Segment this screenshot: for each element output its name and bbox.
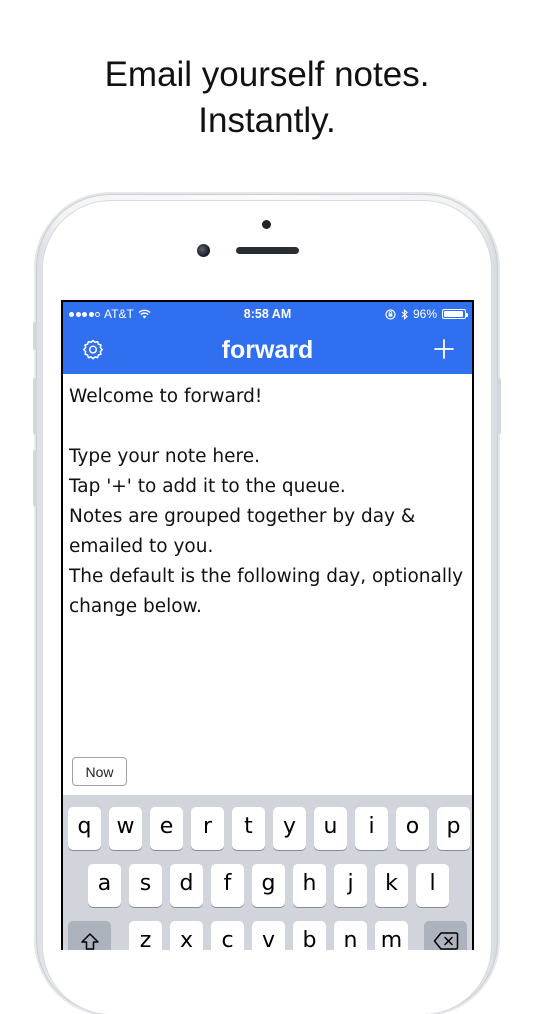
app-title: forward <box>221 336 314 364</box>
key-a[interactable]: a <box>88 864 121 907</box>
status-right: 96% <box>385 307 468 321</box>
key-i[interactable]: i <box>355 807 388 850</box>
proximity-sensor <box>262 220 271 229</box>
shift-key[interactable] <box>68 921 111 950</box>
keyboard: q w e r t y u i o p a s d f g h j k l z … <box>63 795 472 950</box>
headline: Email yourself notes. Instantly. <box>0 52 534 144</box>
key-v[interactable]: v <box>252 921 285 950</box>
headline-line-2: Instantly. <box>198 101 336 140</box>
orientation-lock-icon <box>385 308 396 320</box>
key-t[interactable]: t <box>232 807 265 850</box>
battery-icon <box>442 309 468 319</box>
delete-key[interactable] <box>424 921 467 950</box>
key-j[interactable]: j <box>334 864 367 907</box>
phone-screen: AT&T 8:58 AM 96% forward Welcome to forw… <box>61 300 474 950</box>
key-g[interactable]: g <box>252 864 285 907</box>
key-e[interactable]: e <box>150 807 183 850</box>
key-h[interactable]: h <box>293 864 326 907</box>
bluetooth-icon <box>401 308 408 320</box>
key-s[interactable]: s <box>129 864 162 907</box>
key-o[interactable]: o <box>396 807 429 850</box>
now-button[interactable]: Now <box>72 757 127 786</box>
key-x[interactable]: x <box>170 921 203 950</box>
key-c[interactable]: c <box>211 921 244 950</box>
key-w[interactable]: w <box>109 807 142 850</box>
key-z[interactable]: z <box>129 921 162 950</box>
key-f[interactable]: f <box>211 864 244 907</box>
key-r[interactable]: r <box>191 807 224 850</box>
key-p[interactable]: p <box>437 807 470 850</box>
power-button <box>497 378 501 434</box>
note-text-area[interactable]: Welcome to forward! Type your note here.… <box>69 382 466 760</box>
key-q[interactable]: q <box>68 807 101 850</box>
key-m[interactable]: m <box>375 921 408 950</box>
key-l[interactable]: l <box>416 864 449 907</box>
plus-icon[interactable] <box>432 337 456 361</box>
shift-icon <box>80 933 99 950</box>
backspace-icon <box>433 932 458 950</box>
status-bar: AT&T 8:58 AM 96% <box>63 302 472 326</box>
headline-line-1: Email yourself notes. <box>104 55 430 94</box>
front-camera <box>197 244 210 257</box>
app-screen: AT&T 8:58 AM 96% forward Welcome to forw… <box>63 302 472 950</box>
key-d[interactable]: d <box>170 864 203 907</box>
key-n[interactable]: n <box>334 921 367 950</box>
key-k[interactable]: k <box>375 864 408 907</box>
volume-down-button <box>33 450 37 506</box>
key-y[interactable]: y <box>273 807 306 850</box>
battery-percentage: 96% <box>412 307 437 321</box>
volume-up-button <box>33 378 37 434</box>
key-b[interactable]: b <box>293 921 326 950</box>
key-u[interactable]: u <box>314 807 347 850</box>
mute-switch <box>33 322 37 350</box>
navigation-bar: forward <box>63 326 472 374</box>
earpiece-speaker <box>236 247 299 254</box>
